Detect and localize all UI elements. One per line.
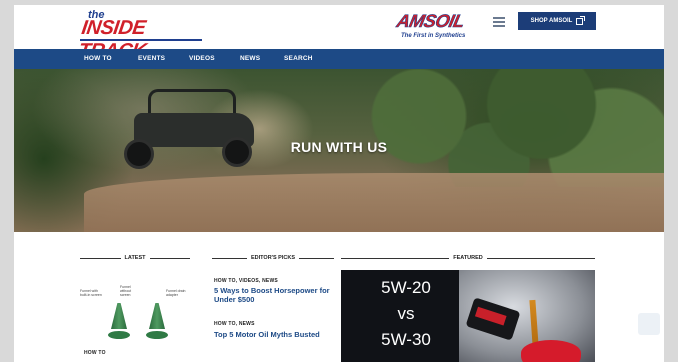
amsoil-tagline: The First in Synthetics <box>401 33 466 39</box>
nav-item-news[interactable]: NEWS <box>240 55 260 62</box>
shop-amsoil-button[interactable]: SHOP AMSOIL <box>518 12 596 30</box>
external-link-icon <box>576 15 586 25</box>
pick-2-category[interactable]: HOW TO, NEWS <box>214 321 255 327</box>
page-frame: the INSIDE TRACK AMSOIL The First in Syn… <box>14 5 664 362</box>
inside-track-logo[interactable]: the INSIDE TRACK <box>77 9 210 62</box>
editors-picks-section-header: EDITOR'S PICKS <box>212 253 334 263</box>
featured-text-line-2: vs <box>397 304 415 323</box>
site-header: the INSIDE TRACK AMSOIL The First in Syn… <box>14 5 664 62</box>
pick-2-title-link[interactable]: Top 5 Motor Oil Myths Busted <box>214 330 324 340</box>
main-nav: HOW TO EVENTS VIDEOS NEWS SEARCH <box>14 49 664 69</box>
nav-item-videos[interactable]: VIDEOS <box>189 55 215 62</box>
floating-action-button[interactable] <box>638 313 660 335</box>
latest-heading: LATEST <box>124 255 146 261</box>
funnel-icon <box>108 303 130 339</box>
nav-item-events[interactable]: EVENTS <box>138 55 165 62</box>
latest-section-header: LATEST <box>80 253 191 263</box>
featured-section-header: FEATURED <box>341 253 596 263</box>
pick-1-title-link[interactable]: 5 Ways to Boost Horsepower for Under $50… <box>214 286 334 304</box>
funnel-icon <box>146 303 168 339</box>
amsoil-logo[interactable]: AMSOIL The First in Synthetics <box>394 11 483 45</box>
hero-title: RUN WITH US <box>290 139 388 155</box>
red-funnel-image <box>521 340 581 362</box>
nav-item-how-to[interactable]: HOW TO <box>84 55 112 62</box>
hero-banner[interactable]: RUN WITH US <box>14 69 664 232</box>
hero-dirt-road <box>84 173 664 232</box>
shop-amsoil-label: SHOP AMSOIL <box>530 18 573 24</box>
funnel-label-3: Funnel drain adapter <box>166 289 186 297</box>
featured-text-line-3: 5W-30 <box>381 330 431 349</box>
hamburger-menu-icon[interactable] <box>492 15 506 27</box>
featured-article-image[interactable]: 5W-20 vs 5W-30 <box>341 270 595 362</box>
latest-article-category[interactable]: HOW TO <box>84 350 106 356</box>
editors-picks-heading: EDITOR'S PICKS <box>251 255 295 261</box>
funnel-label-1: Funnel with built-in screen <box>80 289 102 297</box>
featured-text-line-1: 5W-20 <box>381 278 431 297</box>
amsoil-wordmark: AMSOIL <box>394 11 467 32</box>
hero-foliage <box>314 69 664 187</box>
latest-article-image[interactable]: Funnel with built-in screen Funnel witho… <box>80 285 190 339</box>
pick-1-category[interactable]: HOW TO, VIDEOS, NEWS <box>214 278 278 284</box>
nav-item-search[interactable]: SEARCH <box>284 55 313 62</box>
hero-utv-image <box>118 83 268 175</box>
featured-heading: FEATURED <box>453 255 483 261</box>
logo-underline <box>80 39 202 41</box>
funnel-label-2: Funnel without screen <box>120 285 132 297</box>
